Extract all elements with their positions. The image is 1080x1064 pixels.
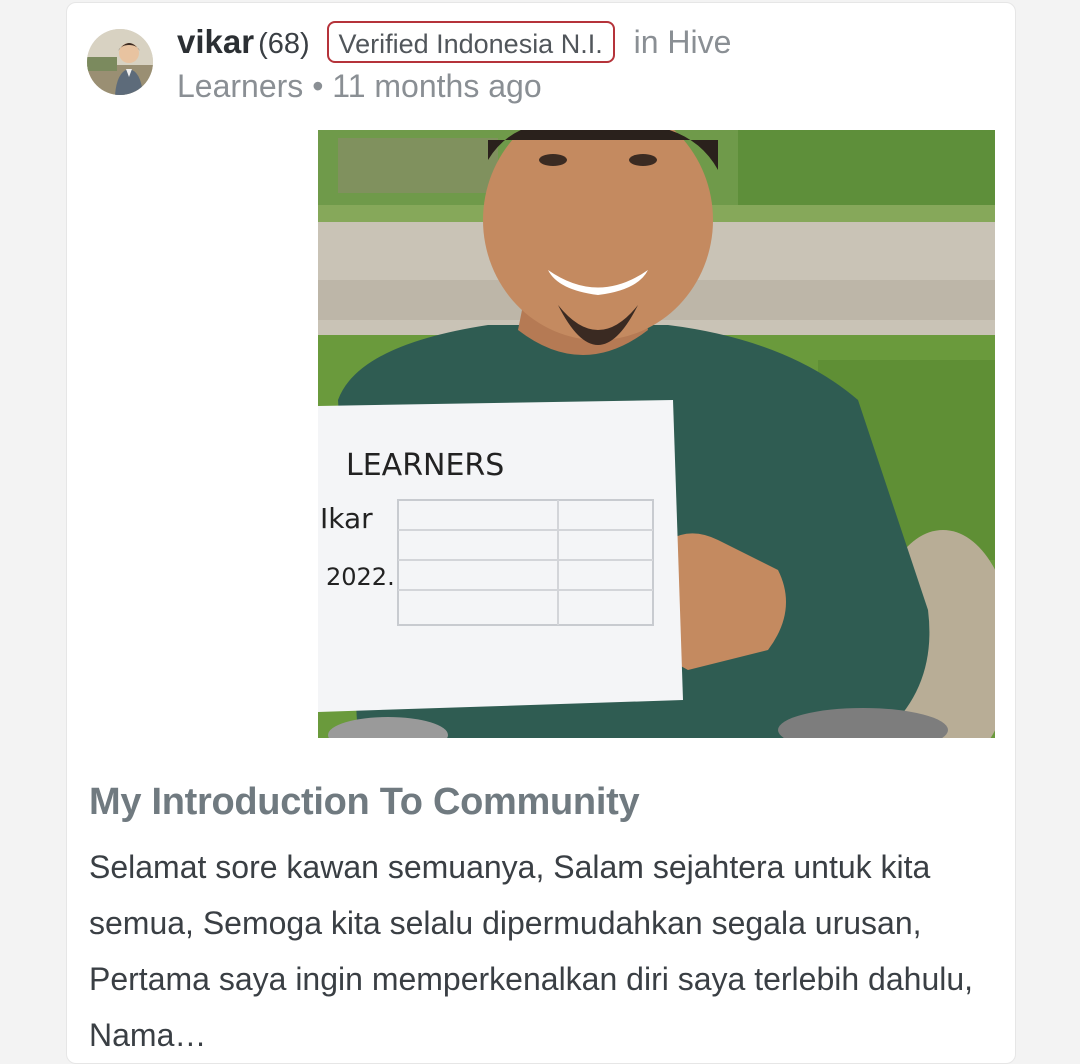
sign-line-2: Ikar (320, 502, 373, 535)
post-photo: LEARNERS Ikar 2022. (318, 130, 995, 738)
author-name[interactable]: vikar (177, 23, 254, 60)
community-prefix: in (633, 24, 659, 60)
post-excerpt[interactable]: Selamat sore kawan semuanya, Salam sejah… (89, 839, 999, 1063)
post-header: vikar (68) Verified Indonesia N.I. in Hiv… (177, 21, 817, 107)
sign-line-1: LEARNERS (346, 448, 504, 483)
user-avatar-icon (87, 29, 153, 95)
meta-separator: • (312, 68, 324, 104)
verified-badge[interactable]: Verified Indonesia N.I. (326, 21, 615, 63)
post-card[interactable]: vikar (68) Verified Indonesia N.I. in Hiv… (66, 2, 1016, 1064)
post-time: 11 months ago (332, 68, 542, 104)
author-reputation: (68) (258, 28, 310, 60)
post-title[interactable]: My Introduction To Community (89, 781, 640, 824)
sign-line-3: 2022. (326, 563, 395, 591)
author-avatar[interactable] (87, 29, 153, 95)
post-image[interactable]: LEARNERS Ikar 2022. (318, 130, 995, 738)
